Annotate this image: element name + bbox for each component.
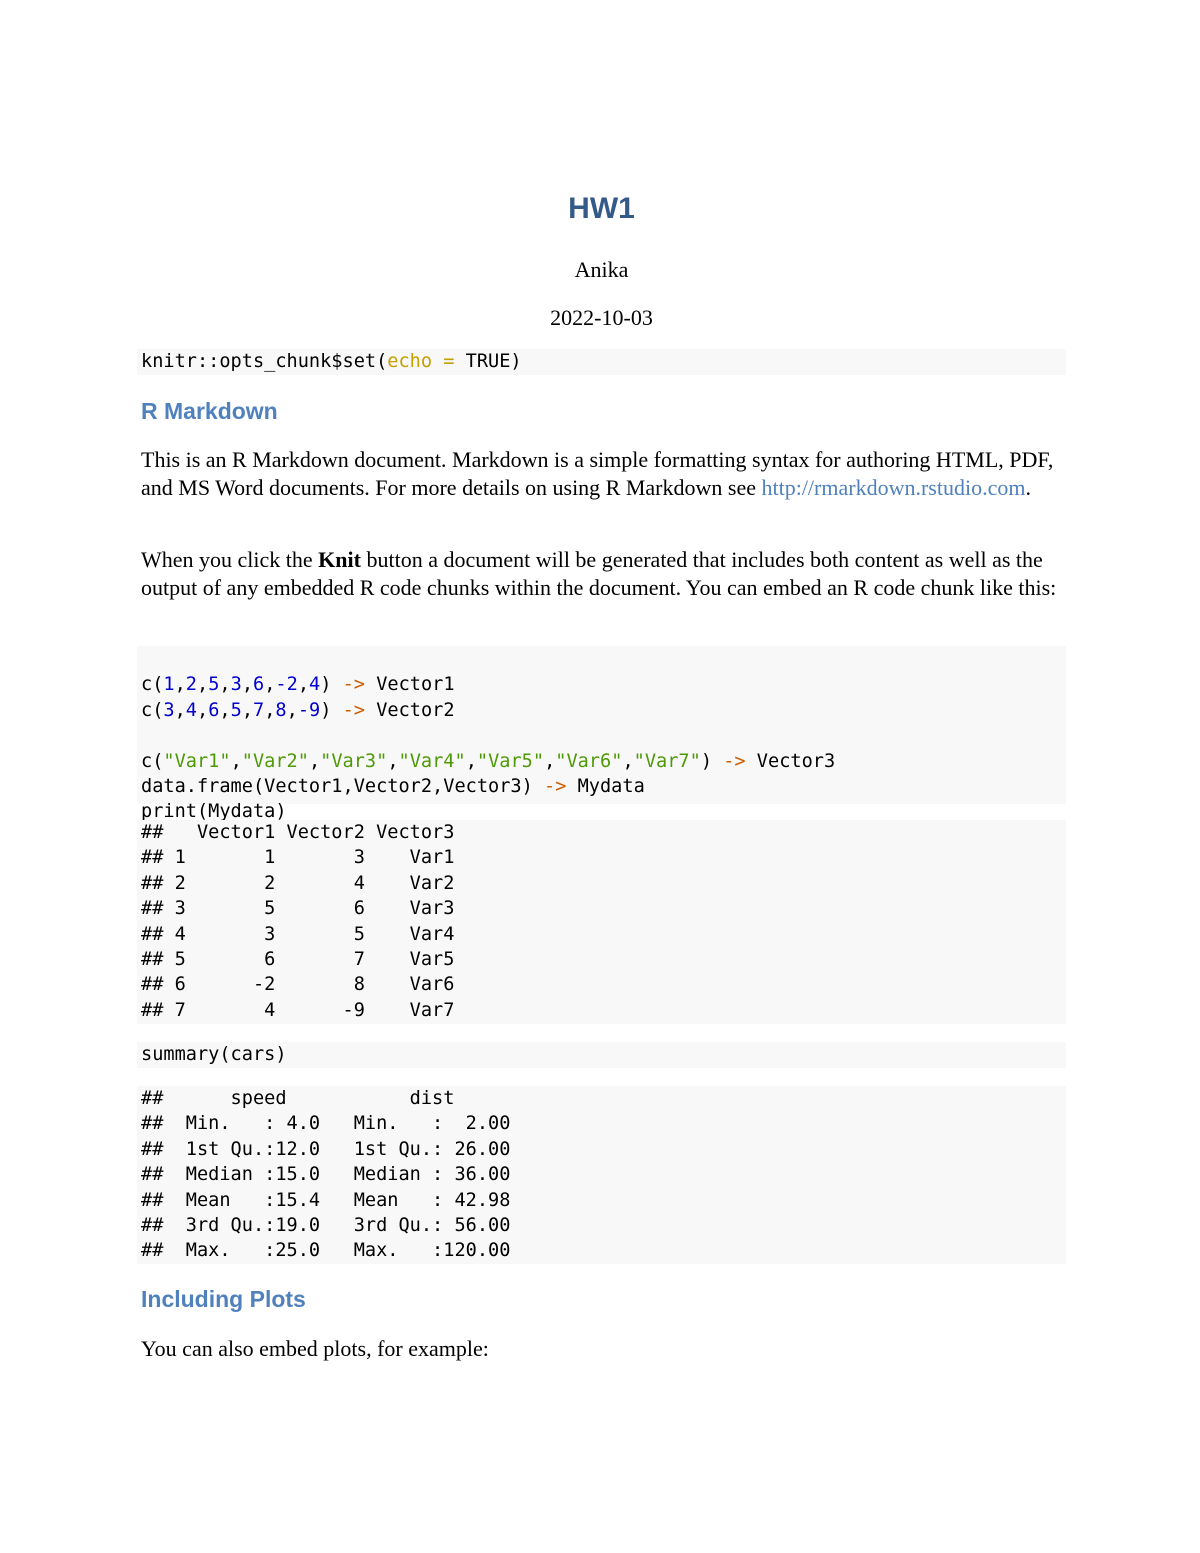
code-text: , xyxy=(622,750,634,772)
output-line: ## Vector1 Vector2 Vector3 xyxy=(141,822,455,843)
code-string: "Var6" xyxy=(555,750,623,772)
section-heading-including-plots: Including Plots xyxy=(141,1286,306,1312)
setup-code-chunk: knitr::opts_chunk$set(echo = TRUE) xyxy=(137,349,1066,375)
code-string: "Var5" xyxy=(476,750,545,772)
paragraph-text: . xyxy=(1025,475,1031,500)
code-text: , xyxy=(219,699,231,721)
code-string: "Var2" xyxy=(241,750,309,772)
code-text: , xyxy=(544,750,556,772)
output-line: ## speed dist xyxy=(141,1088,533,1109)
code-text: Vector1 xyxy=(365,674,455,696)
code-text: Vector3 xyxy=(745,750,836,772)
code-string: "Var4" xyxy=(398,750,466,772)
code-text: , xyxy=(241,674,254,696)
code-operator: -> xyxy=(712,750,746,772)
code-number: 8 xyxy=(275,699,287,721)
output-line: ## 3rd Qu.:19.0 3rd Qu.: 56.00 xyxy=(141,1214,533,1236)
output-line: ## 7 4 -9 Var7 xyxy=(141,999,455,1021)
code-string: "Var1" xyxy=(163,750,231,772)
code-line: c(1,2,5,3,6,-2,4) -> Vector1 xyxy=(141,672,1066,697)
code-text: , xyxy=(465,750,477,772)
summary-output: ## speed dist ## Min. : 4.0 Min. : 2.00 … xyxy=(137,1086,1066,1264)
code-text: , xyxy=(286,699,298,721)
code-text: Mydata xyxy=(566,775,645,797)
code-number: -9 xyxy=(297,699,321,721)
code-number: 5 xyxy=(208,674,220,696)
code-text: ) xyxy=(320,699,332,721)
mydata-output: ## Vector1 Vector2 Vector3 ## 1 1 3 Var1 #… xyxy=(137,820,1066,1024)
code-text: , xyxy=(387,750,399,772)
code-text: , xyxy=(230,750,242,772)
output-line: ## 1st Qu.:12.0 1st Qu.: 26.00 xyxy=(141,1138,533,1160)
output-line: ## 5 6 7 Var5 xyxy=(141,948,455,970)
code-text: , xyxy=(264,674,276,696)
code-text: c( xyxy=(141,674,164,696)
vector-code-chunk: c(1,2,5,3,6,-2,4) -> Vector1 c(3,4,6,5,7,… xyxy=(137,646,1066,822)
plots-paragraph: You can also embed plots, for example: xyxy=(141,1336,489,1361)
code-text: , xyxy=(308,750,321,772)
code-line: c("Var1","Var2","Var3","Var4","Var5","Va… xyxy=(141,749,1066,774)
code-string: "Var7" xyxy=(633,750,701,772)
code-operator: -> xyxy=(331,699,366,721)
code-text: , xyxy=(174,699,186,721)
code-text: , xyxy=(219,674,231,696)
code-text: c( xyxy=(141,699,164,721)
code-operator: = xyxy=(432,351,466,372)
output-line: ## Max. :25.0 Max. :120.00 xyxy=(141,1240,533,1262)
output-line: ## 1 1 3 Var1 xyxy=(141,847,455,869)
code-operator: -> xyxy=(532,775,567,797)
code-number: -2 xyxy=(275,674,298,696)
code-text: , xyxy=(197,674,209,696)
output-line: ## Min. : 4.0 Min. : 2.00 xyxy=(141,1113,533,1135)
code-text: data.frame(Vector1,Vector2,Vector3) xyxy=(141,775,533,797)
code-text: , xyxy=(297,674,310,696)
output-line: ## 6 -2 8 Var6 xyxy=(141,974,455,996)
code-string: "Var3" xyxy=(320,750,388,772)
code-number: 6 xyxy=(208,699,220,721)
code-text: summary(cars) xyxy=(141,1044,287,1065)
code-text: , xyxy=(241,699,254,721)
document-date: 2022-10-03 xyxy=(550,305,653,330)
rmarkdown-link[interactable]: http://rmarkdown.rstudio.com xyxy=(761,475,1025,500)
code-number: 1 xyxy=(163,674,175,696)
code-text: knitr::opts_chunk$set( xyxy=(141,351,388,372)
code-line: c(3,4,6,5,7,8,-9) -> Vector2 xyxy=(141,698,1066,723)
document-author: Anika xyxy=(574,257,629,282)
section-heading-r-markdown: R Markdown xyxy=(141,398,278,424)
code-number: 7 xyxy=(253,699,265,721)
code-number: 3 xyxy=(230,674,242,696)
code-text: TRUE) xyxy=(465,351,522,372)
knit-paragraph: When you click the Knit button a documen… xyxy=(141,546,1062,602)
code-number: 3 xyxy=(163,699,175,721)
code-text: ) xyxy=(320,674,332,696)
code-number: 4 xyxy=(309,674,321,696)
output-line: ## Mean :15.4 Mean : 42.98 xyxy=(141,1189,533,1211)
knit-bold-text: Knit xyxy=(318,547,361,572)
code-number: 6 xyxy=(253,674,265,696)
code-text: , xyxy=(174,674,186,696)
code-text: Vector2 xyxy=(365,699,455,721)
code-text: c( xyxy=(141,750,164,772)
code-text: , xyxy=(197,699,209,721)
code-text: , xyxy=(264,699,276,721)
code-operator: -> xyxy=(331,674,366,696)
code-number: 4 xyxy=(185,699,197,721)
document-title: HW1 xyxy=(568,192,635,225)
code-number: 5 xyxy=(230,699,242,721)
output-line: ## Median :15.0 Median : 36.00 xyxy=(141,1164,533,1186)
output-line: ## 2 2 4 Var2 xyxy=(141,872,455,894)
code-text: ) xyxy=(700,750,713,772)
intro-paragraph: This is an R Markdown document. Markdown… xyxy=(141,446,1062,502)
output-line: ## 4 3 5 Var4 xyxy=(141,923,455,945)
summary-code-chunk: summary(cars) xyxy=(137,1042,1066,1068)
code-arg: echo xyxy=(387,351,433,372)
paragraph-text: When you click the xyxy=(141,547,319,572)
code-number: 2 xyxy=(185,674,197,696)
output-line: ## 3 5 6 Var3 xyxy=(141,898,455,920)
code-line: data.frame(Vector1,Vector2,Vector3) -> M… xyxy=(141,774,1066,799)
